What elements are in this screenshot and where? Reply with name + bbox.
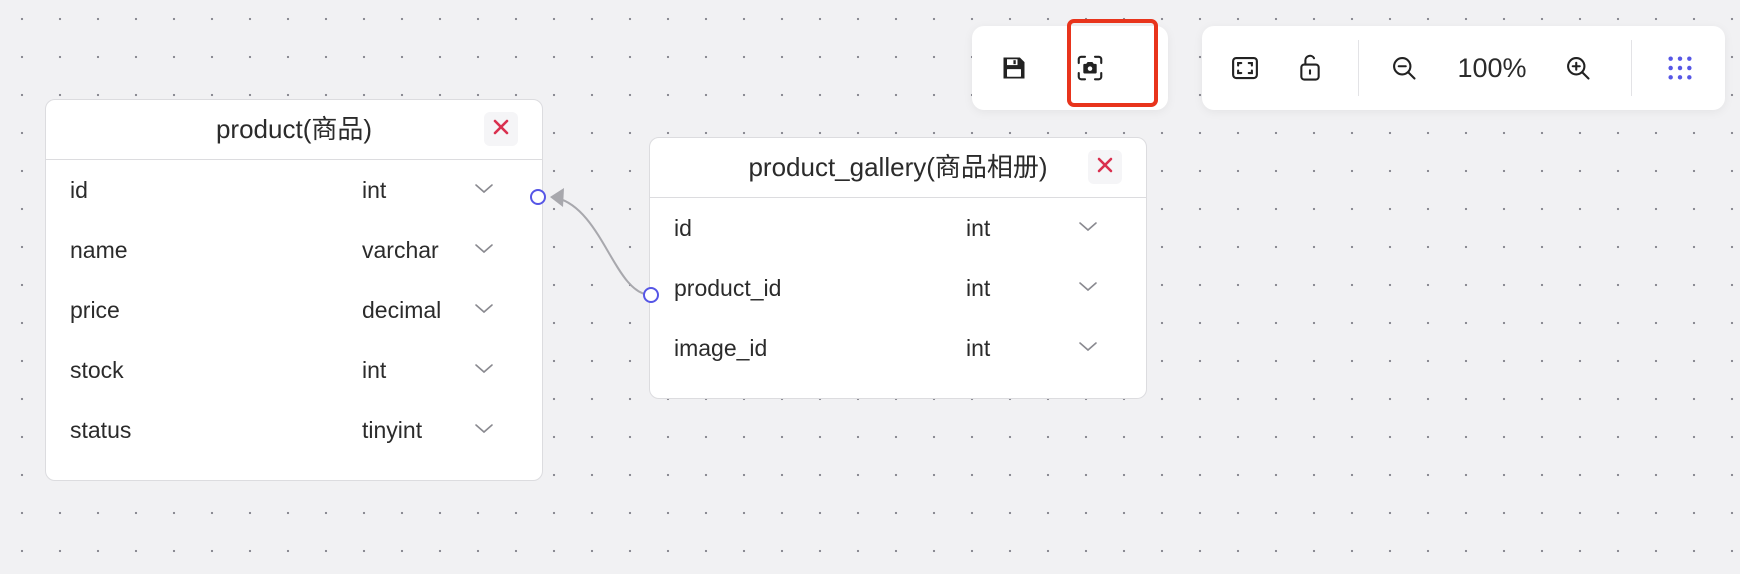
chevron-down-icon — [474, 301, 494, 320]
field-type-select[interactable]: int — [362, 340, 502, 400]
zoom-in-icon — [1564, 54, 1592, 82]
field-type-value: tinyint — [362, 417, 423, 443]
fit-screen-icon — [1230, 53, 1260, 83]
field-list: id int product_id int image_id int — [650, 198, 1146, 378]
field-type-value: int — [966, 275, 991, 301]
field-row[interactable]: product_id int — [650, 258, 1146, 318]
field-type-select[interactable]: tinyint — [362, 400, 502, 460]
chevron-down-icon — [1078, 279, 1098, 298]
field-type-value: varchar — [362, 237, 439, 263]
delete-table-button[interactable] — [1088, 150, 1122, 184]
table-card-product[interactable]: product(商品) id int name varchar price de… — [45, 99, 543, 481]
zoom-out-button[interactable] — [1384, 48, 1424, 88]
relation-port-gallery-product-id[interactable] — [643, 287, 659, 303]
field-type-select[interactable]: varchar — [362, 220, 502, 280]
grid-dots-icon — [1666, 54, 1694, 82]
field-row[interactable]: name varchar — [46, 220, 542, 280]
field-name[interactable]: stock — [70, 340, 124, 400]
chevron-down-icon — [1078, 219, 1098, 238]
close-icon — [492, 118, 510, 141]
field-list: id int name varchar price decimal stock … — [46, 160, 542, 460]
field-type-select[interactable]: int — [362, 160, 502, 220]
table-card-product-gallery[interactable]: product_gallery(商品相册) id int product_id … — [649, 137, 1147, 399]
field-type-select[interactable]: int — [966, 258, 1106, 318]
field-name[interactable]: image_id — [674, 318, 767, 378]
field-type-value: int — [966, 335, 991, 361]
field-type-value: decimal — [362, 297, 442, 323]
chevron-down-icon — [474, 421, 494, 440]
grid-menu-button[interactable] — [1660, 48, 1700, 88]
field-row[interactable]: stock int — [46, 340, 542, 400]
field-name[interactable]: id — [70, 160, 88, 220]
save-icon — [1000, 54, 1028, 82]
field-type-select[interactable]: decimal — [362, 280, 502, 340]
toolbar-divider — [1631, 40, 1632, 96]
close-icon — [1096, 156, 1114, 179]
chevron-down-icon — [474, 181, 494, 200]
field-row[interactable]: status tinyint — [46, 400, 542, 460]
table-header[interactable]: product_gallery(商品相册) — [650, 138, 1146, 198]
chevron-down-icon — [474, 361, 494, 380]
field-row[interactable]: image_id int — [650, 318, 1146, 378]
relation-line — [556, 197, 652, 296]
fit-screen-button[interactable] — [1225, 48, 1265, 88]
relation-arrow-head — [550, 188, 564, 207]
field-type-value: int — [966, 215, 991, 241]
unlock-icon — [1296, 53, 1324, 83]
zoom-out-icon — [1390, 54, 1418, 82]
table-title: product_gallery(商品相册) — [748, 152, 1048, 182]
field-type-select[interactable]: int — [966, 198, 1106, 258]
field-row[interactable]: price decimal — [46, 280, 542, 340]
save-button[interactable] — [994, 48, 1034, 88]
chevron-down-icon — [1078, 339, 1098, 358]
field-row[interactable]: id int — [46, 160, 542, 220]
chevron-down-icon — [474, 241, 494, 260]
field-name[interactable]: name — [70, 220, 128, 280]
lock-button[interactable] — [1290, 48, 1330, 88]
zoom-level-indicator: 100% — [1457, 53, 1527, 83]
relation-port-product-id[interactable] — [530, 189, 546, 205]
table-header[interactable]: product(商品) — [46, 100, 542, 160]
field-type-value: int — [362, 357, 387, 383]
field-name[interactable]: id — [674, 198, 692, 258]
field-row[interactable]: id int — [650, 198, 1146, 258]
field-type-select[interactable]: int — [966, 318, 1106, 378]
view-toolbar: 100% — [1202, 26, 1725, 110]
toolbar-divider — [1358, 40, 1359, 96]
delete-table-button[interactable] — [484, 112, 518, 146]
zoom-in-button[interactable] — [1558, 48, 1598, 88]
field-name[interactable]: price — [70, 280, 120, 340]
screenshot-button-highlight — [1067, 19, 1158, 107]
field-type-value: int — [362, 177, 387, 203]
table-title: product(商品) — [215, 114, 373, 144]
field-name[interactable]: product_id — [674, 258, 781, 318]
field-name[interactable]: status — [70, 400, 131, 460]
